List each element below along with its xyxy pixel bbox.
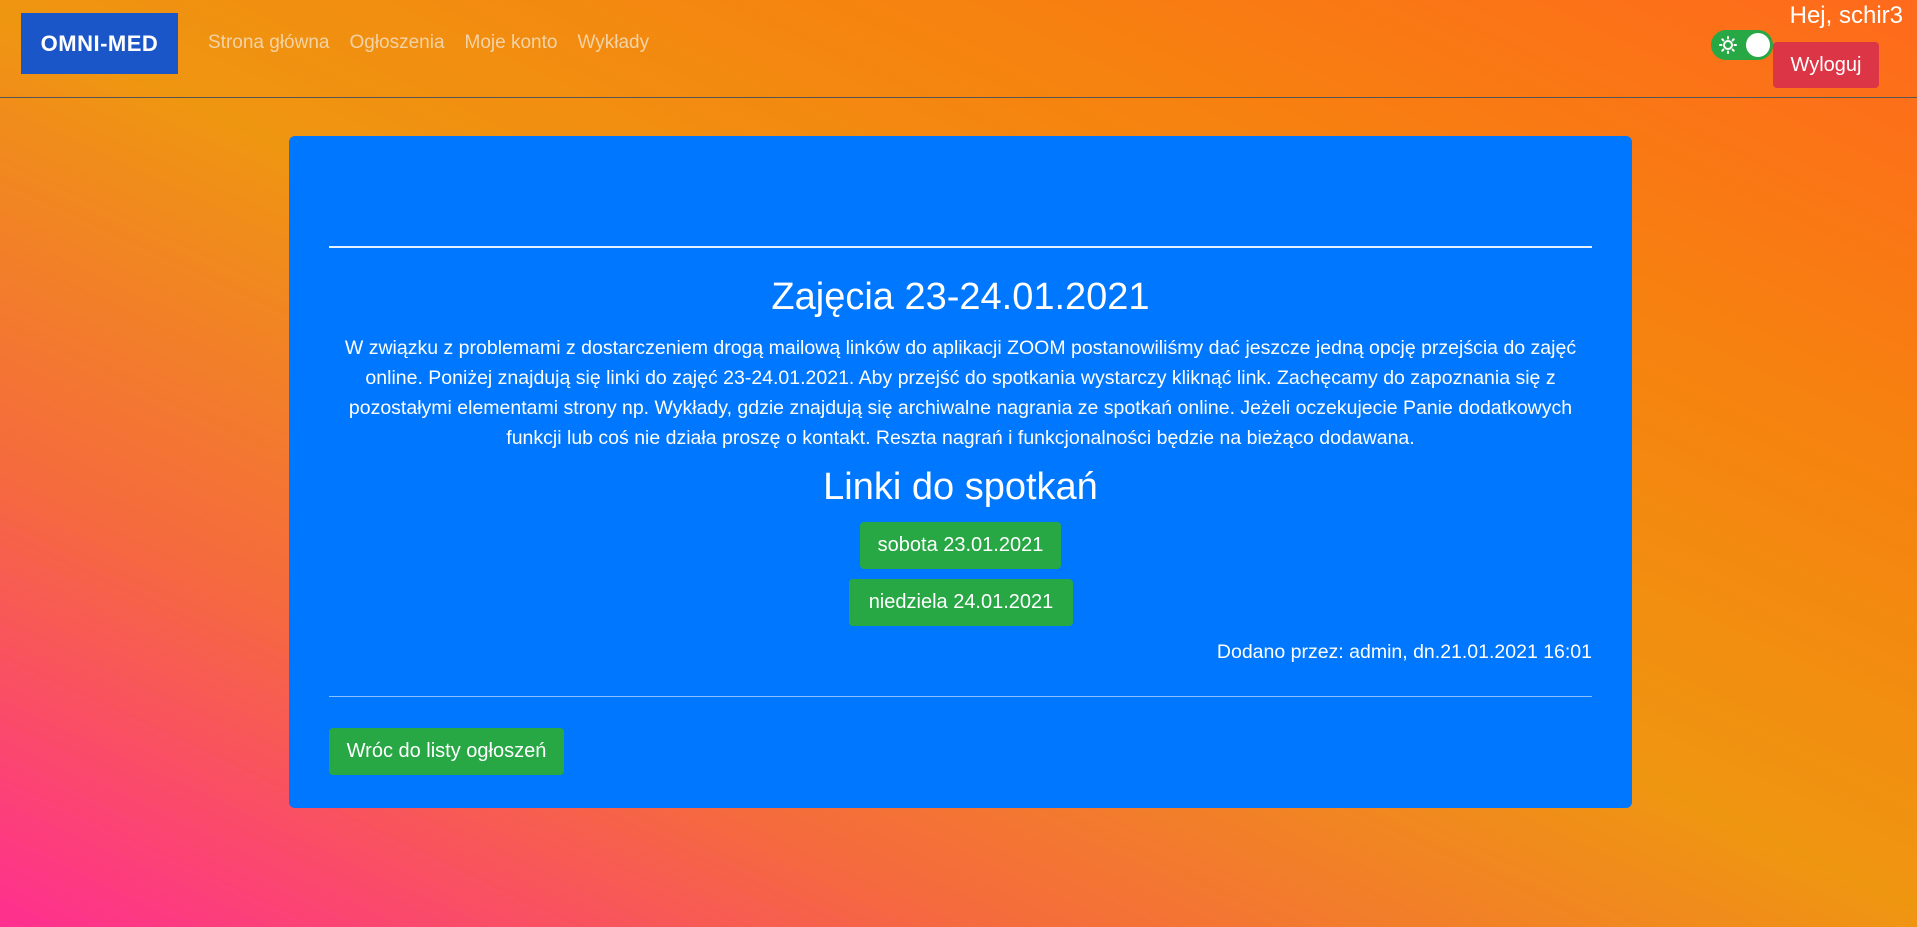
nav-links: Strona główna Ogłoszenia Moje konto Wykł… [208,32,669,54]
sun-icon [1719,36,1737,54]
logout-button[interactable]: Wyloguj [1773,42,1879,88]
nav-link-announcements[interactable]: Ogłoszenia [349,32,444,54]
announcement-title: Zajęcia 23-24.01.2021 [771,276,1150,318]
nav-link-home[interactable]: Strona główna [208,32,329,54]
added-by-info: Dodano przez: admin, dn.21.01.2021 16:01 [1216,641,1592,663]
navbar: OMNI-MED Strona główna Ogłoszenia Moje k… [0,0,1917,98]
brand-logo[interactable]: OMNI-MED [21,13,178,74]
meeting-links-heading: Linki do spotkań [823,466,1098,508]
meeting-link-saturday[interactable]: sobota 23.01.2021 [860,522,1061,569]
user-greeting: Hej, schir3 [1789,2,1903,29]
back-to-list-button[interactable]: Wróc do listy ogłoszeń [329,728,564,775]
announcement-card: Zajęcia 23-24.01.2021 W związku z proble… [289,136,1632,808]
nav-link-my-account[interactable]: Moje konto [465,32,558,54]
toggle-knob [1746,33,1770,57]
nav-link-lectures[interactable]: Wykłady [577,32,649,54]
top-divider [329,246,1592,248]
bottom-divider [329,696,1592,697]
meeting-link-sunday[interactable]: niedziela 24.01.2021 [849,579,1073,626]
announcement-body: W związku z problemami z dostarczeniem d… [344,337,1577,449]
theme-toggle[interactable] [1711,30,1773,60]
